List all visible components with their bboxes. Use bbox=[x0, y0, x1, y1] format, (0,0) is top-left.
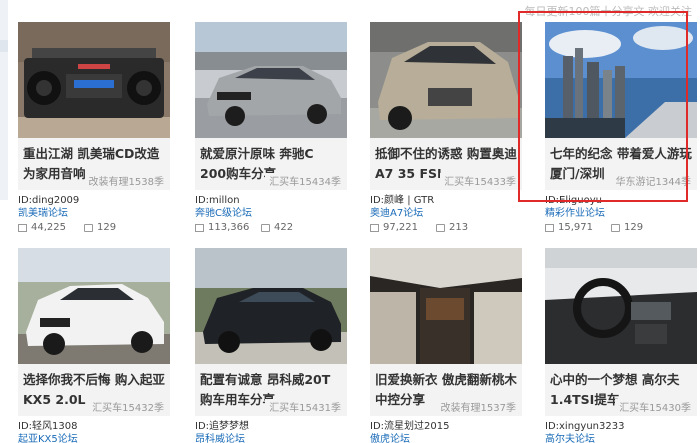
views-icon bbox=[195, 224, 204, 232]
top-bar: 每日更新100篇十分享文 欢迎关注 bbox=[0, 0, 700, 20]
forum-link[interactable]: 傲虎论坛 bbox=[370, 433, 522, 443]
view-count: 44,225 bbox=[31, 222, 66, 233]
comment-count: 129 bbox=[624, 222, 644, 233]
title-box[interactable]: 心中的一个梦想 高尔夫1.4TSI提车 汇买车15430季 bbox=[545, 364, 697, 416]
article-thumbnail[interactable] bbox=[545, 22, 697, 138]
article-thumbnail[interactable] bbox=[370, 248, 522, 364]
series-tag: 改装有理1537季 bbox=[436, 399, 516, 414]
comment-count: 129 bbox=[97, 222, 117, 233]
title-box[interactable]: 重出江湖 凯美瑞CD改造为家用音响 改装有理1538季 bbox=[18, 138, 170, 190]
city-skyline-photo bbox=[545, 22, 697, 138]
forum-link[interactable]: 凯美瑞论坛 bbox=[18, 207, 170, 220]
author-id[interactable]: ID:Eliguoyu bbox=[545, 195, 697, 207]
article-thumbnail[interactable] bbox=[18, 248, 170, 364]
article-thumbnail[interactable] bbox=[18, 22, 170, 138]
view-count: 113,366 bbox=[208, 222, 250, 233]
left-edge-strip bbox=[0, 0, 8, 200]
views-icon bbox=[370, 224, 379, 232]
author-id[interactable]: ID:颜峰 | GTR bbox=[370, 195, 522, 207]
author-id[interactable]: ID:流星划过2015 bbox=[370, 421, 522, 433]
forum-link[interactable]: 起亚KX5论坛 bbox=[18, 433, 170, 443]
white-suv-photo bbox=[18, 248, 170, 364]
dashboard-photo bbox=[545, 248, 697, 364]
article-card[interactable]: 重出江湖 凯美瑞CD改造为家用音响 改装有理1538季 ID:ding2009 … bbox=[18, 22, 170, 233]
title-box[interactable]: 七年的纪念 带着爱人游玩厦门/深圳 华东游记1344季 bbox=[545, 138, 697, 190]
series-tag: 华东游记1344季 bbox=[611, 173, 691, 188]
article-card[interactable]: 选择你我不后悔 购入起亚KX5 2.0L 汇买车15432季 ID:轻风1308… bbox=[18, 248, 170, 443]
left-edge-tab[interactable] bbox=[0, 40, 8, 52]
author-id[interactable]: ID:millon bbox=[195, 195, 347, 207]
title-box[interactable]: 抵御不住的诱惑 购置奥迪A7 35 FSI 汇买车15433季 bbox=[370, 138, 522, 190]
comment-icon bbox=[261, 224, 270, 232]
title-box[interactable]: 旧爱换新衣 傲虎翻新桃木中控分享 改装有理1537季 bbox=[370, 364, 522, 416]
series-tag: 汇买车15433季 bbox=[440, 173, 516, 188]
series-tag: 汇买车15434季 bbox=[265, 173, 341, 188]
article-card[interactable]: 旧爱换新衣 傲虎翻新桃木中控分享 改装有理1537季 ID:流星划过2015 傲… bbox=[370, 248, 522, 443]
forum-link[interactable]: 奥迪A7论坛 bbox=[370, 207, 522, 220]
article-thumbnail[interactable] bbox=[195, 248, 347, 364]
comment-icon bbox=[436, 224, 445, 232]
article-card[interactable]: 就爱原汁原味 奔驰C 200购车分享 汇买车15434季 ID:millon 奔… bbox=[195, 22, 347, 233]
top-notice: 每日更新100篇十分享文 欢迎关注 bbox=[524, 5, 693, 18]
author-id[interactable]: ID:轻风1308 bbox=[18, 421, 170, 433]
comment-icon bbox=[84, 224, 93, 232]
article-card[interactable]: 心中的一个梦想 高尔夫1.4TSI提车 汇买车15430季 ID:xingyun… bbox=[545, 248, 697, 443]
author-id[interactable]: ID:xingyun3233 bbox=[545, 421, 697, 433]
title-box[interactable]: 配置有诚意 昂科威20T购车用车分享 汇买车15431季 bbox=[195, 364, 347, 416]
forum-link[interactable]: 昂科威论坛 bbox=[195, 433, 347, 443]
series-tag: 汇买车15430季 bbox=[615, 399, 691, 414]
view-count: 97,221 bbox=[383, 222, 418, 233]
series-tag: 汇买车15432季 bbox=[88, 399, 164, 414]
article-thumbnail[interactable] bbox=[195, 22, 347, 138]
champagne-sedan-photo bbox=[370, 22, 522, 138]
comment-count: 213 bbox=[449, 222, 469, 233]
title-box[interactable]: 选择你我不后悔 购入起亚KX5 2.0L 汇买车15432季 bbox=[18, 364, 170, 416]
author-id[interactable]: ID:ding2009 bbox=[18, 195, 170, 207]
article-card[interactable]: 配置有诚意 昂科威20T购车用车分享 汇买车15431季 ID:追梦梦想 昂科威… bbox=[195, 248, 347, 443]
series-tag: 改装有理1538季 bbox=[84, 173, 164, 188]
comment-count: 422 bbox=[274, 222, 294, 233]
views-icon bbox=[18, 224, 27, 232]
views-icon bbox=[545, 224, 554, 232]
silver-sedan-photo bbox=[195, 22, 347, 138]
car-interior-photo bbox=[370, 248, 522, 364]
article-card[interactable]: 抵御不住的诱惑 购置奥迪A7 35 FSI 汇买车15433季 ID:颜峰 | … bbox=[370, 22, 522, 233]
comment-icon bbox=[611, 224, 620, 232]
boombox-photo bbox=[18, 22, 170, 138]
author-id[interactable]: ID:追梦梦想 bbox=[195, 421, 347, 433]
title-box[interactable]: 就爱原汁原味 奔驰C 200购车分享 汇买车15434季 bbox=[195, 138, 347, 190]
article-thumbnail[interactable] bbox=[545, 248, 697, 364]
series-tag: 汇买车15431季 bbox=[265, 399, 341, 414]
forum-link[interactable]: 奔驰C级论坛 bbox=[195, 207, 347, 220]
dark-suv-photo bbox=[195, 248, 347, 364]
forum-link[interactable]: 精彩作业论坛 bbox=[545, 207, 697, 220]
view-count: 15,971 bbox=[558, 222, 593, 233]
article-card[interactable]: 七年的纪念 带着爱人游玩厦门/深圳 华东游记1344季 ID:Eliguoyu … bbox=[545, 22, 697, 233]
forum-link[interactable]: 高尔夫论坛 bbox=[545, 433, 697, 443]
article-thumbnail[interactable] bbox=[370, 22, 522, 138]
